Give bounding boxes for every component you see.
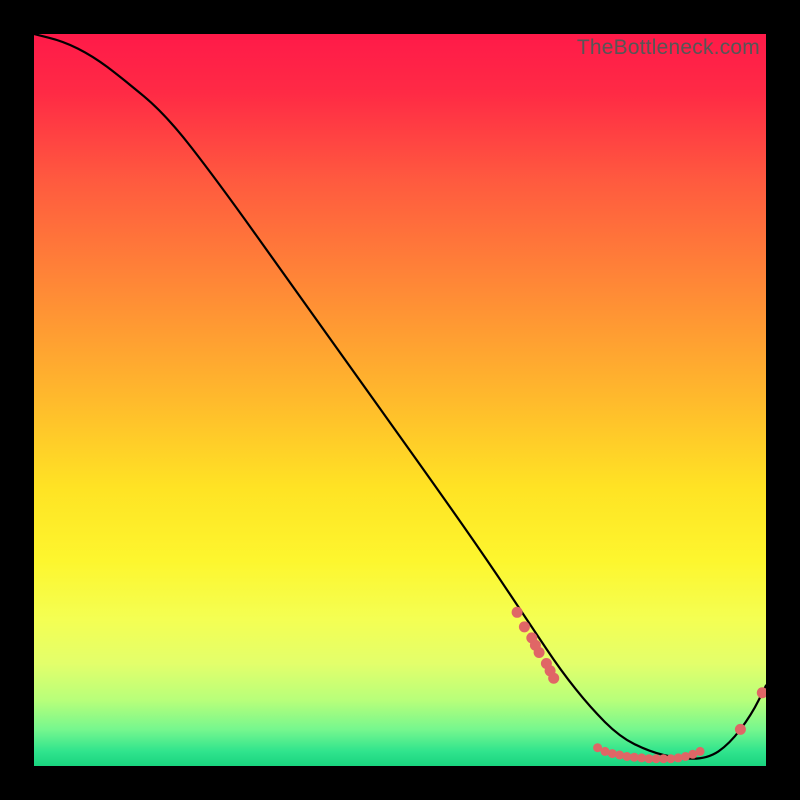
data-points	[512, 607, 766, 763]
bottleneck-curve	[34, 34, 766, 759]
curve-layer	[34, 34, 766, 766]
data-point	[512, 607, 523, 618]
data-point	[519, 621, 530, 632]
data-point	[735, 724, 746, 735]
data-point	[534, 647, 545, 658]
plot-area	[34, 34, 766, 766]
data-point	[696, 747, 705, 756]
chart-stage: TheBottleneck.com	[0, 0, 800, 800]
data-point	[548, 673, 559, 684]
data-point	[757, 687, 766, 698]
